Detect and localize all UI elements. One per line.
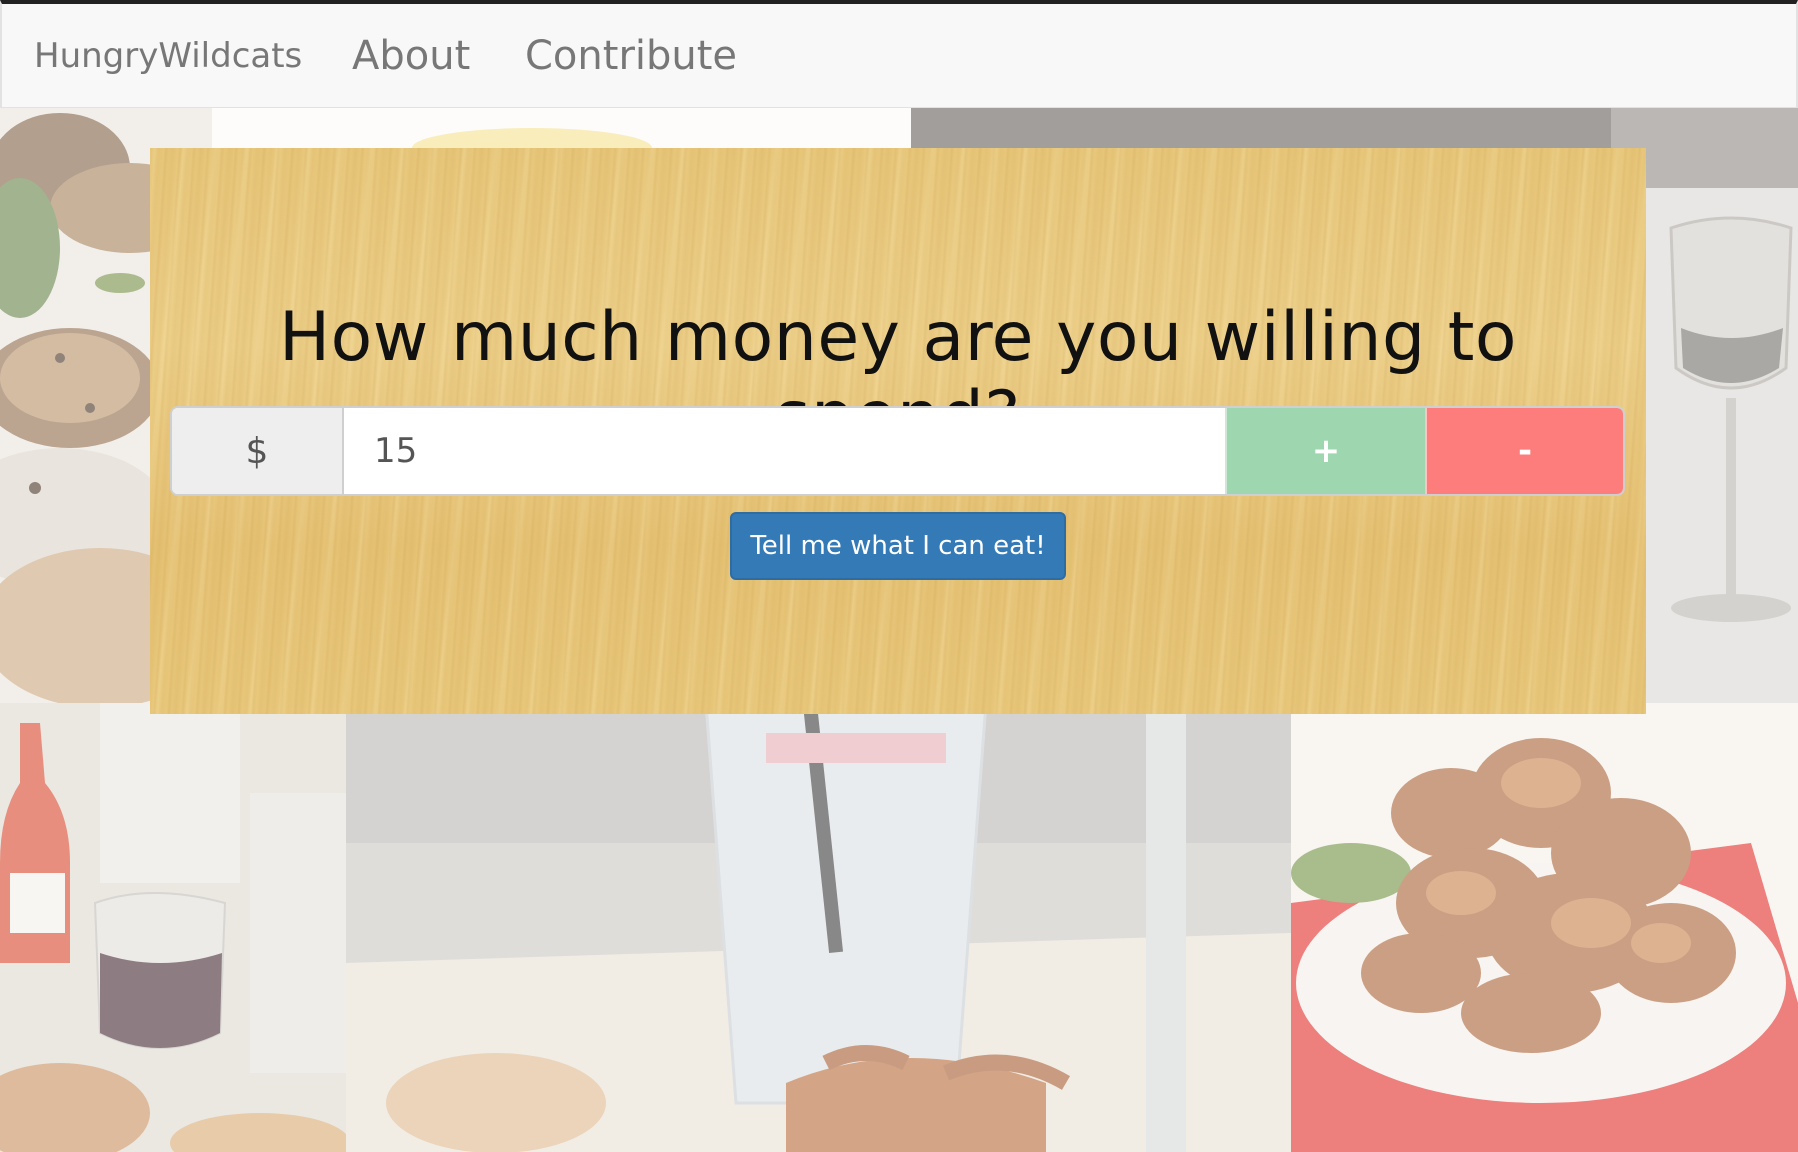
decrement-button[interactable]: - xyxy=(1425,408,1623,494)
budget-amount-input[interactable] xyxy=(344,408,1225,494)
budget-panel: How much money are you willing to spend?… xyxy=(150,148,1646,714)
tell-me-what-i-can-eat-button[interactable]: Tell me what I can eat! xyxy=(730,512,1066,580)
top-navbar: HungryWildcats About Contribute xyxy=(0,0,1798,108)
fried-chicken-photo xyxy=(1291,703,1798,1152)
currency-addon: $ xyxy=(172,408,344,494)
increment-button[interactable]: + xyxy=(1225,408,1425,494)
budget-input-group: $ + - xyxy=(170,406,1625,496)
hot-sauce-and-wine-photo xyxy=(0,703,346,1152)
nav-contribute-link[interactable]: Contribute xyxy=(525,4,737,108)
brand-link[interactable]: HungryWildcats xyxy=(34,4,302,108)
nav-about-link[interactable]: About xyxy=(352,4,470,108)
lemonade-and-fries-photo xyxy=(346,703,1291,1152)
